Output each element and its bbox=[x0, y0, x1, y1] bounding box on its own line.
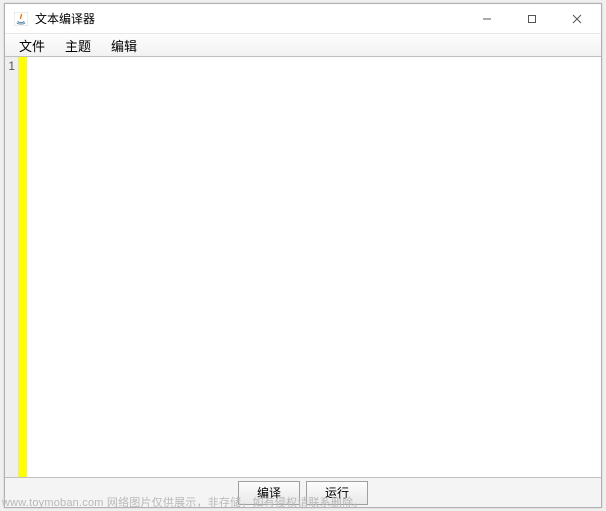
menubar: 文件 主题 编辑 bbox=[5, 34, 601, 57]
editor-area: 1 bbox=[5, 57, 601, 477]
menu-theme[interactable]: 主题 bbox=[55, 34, 101, 57]
window-title: 文本编译器 bbox=[35, 10, 464, 27]
line-number: 1 bbox=[5, 59, 15, 73]
compile-button[interactable]: 编译 bbox=[238, 481, 300, 505]
maximize-icon bbox=[527, 14, 537, 24]
java-icon bbox=[13, 11, 29, 27]
run-button[interactable]: 运行 bbox=[306, 481, 368, 505]
app-window: 文本编译器 文件 主题 编辑 bbox=[4, 3, 602, 508]
minimize-icon bbox=[482, 14, 492, 24]
button-bar: 编译 运行 bbox=[5, 477, 601, 507]
maximize-button[interactable] bbox=[509, 4, 554, 33]
menu-file[interactable]: 文件 bbox=[9, 34, 55, 57]
line-number-gutter: 1 bbox=[5, 57, 19, 477]
close-icon bbox=[572, 14, 582, 24]
titlebar: 文本编译器 bbox=[5, 4, 601, 34]
window-controls bbox=[464, 4, 599, 33]
highlight-strip bbox=[19, 57, 27, 477]
close-button[interactable] bbox=[554, 4, 599, 33]
text-editor[interactable] bbox=[27, 57, 601, 477]
menu-edit[interactable]: 编辑 bbox=[101, 34, 147, 57]
minimize-button[interactable] bbox=[464, 4, 509, 33]
